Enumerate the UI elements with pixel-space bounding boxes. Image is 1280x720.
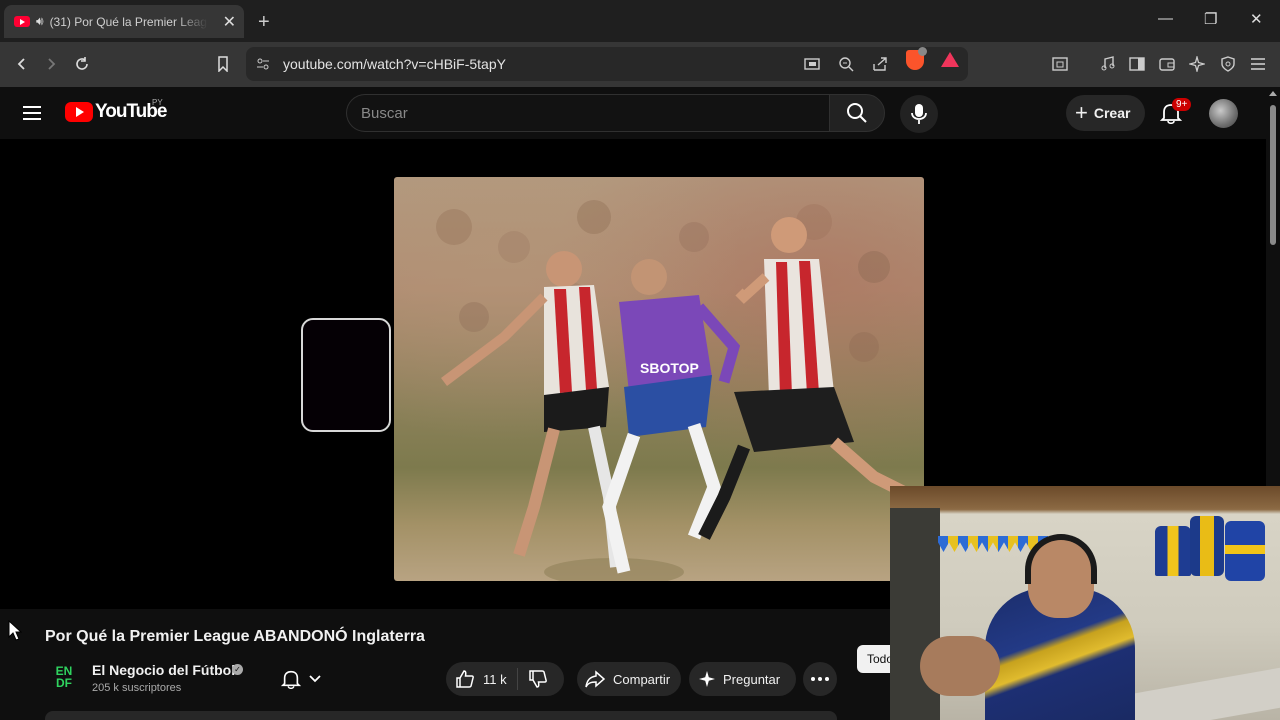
dislike-button[interactable] [528, 669, 548, 689]
person-hand [920, 636, 1000, 696]
share-arrow-icon [585, 670, 605, 688]
scrollbar-thumb[interactable] [1270, 105, 1276, 245]
shields-count-badge [918, 47, 927, 56]
tab-title: (31) Por Qué la Premier League ABANDONÓ … [49, 14, 208, 29]
wallet-icon[interactable] [1156, 53, 1178, 75]
bookmark-icon[interactable] [212, 53, 234, 75]
description-box[interactable] [45, 711, 837, 720]
channel-logo-line2: DF [56, 676, 72, 690]
brave-rewards-icon[interactable] [941, 52, 959, 67]
back-icon[interactable] [11, 53, 33, 75]
share-label: Compartir [613, 671, 671, 687]
zoom-icon[interactable] [838, 56, 854, 72]
channel-avatar[interactable]: EN DF [47, 660, 81, 694]
more-horizontal-icon [811, 677, 829, 681]
youtube-header: YouTube PY + Crear 9+ [0, 87, 1266, 139]
guide-menu-icon[interactable] [22, 105, 42, 121]
more-actions-button[interactable] [803, 662, 837, 696]
ask-button[interactable]: Preguntar [689, 662, 796, 696]
ask-label: Preguntar [723, 671, 781, 687]
browser-tab-strip: 🔊︎ (31) Por Qué la Premier League ABANDO… [0, 0, 1280, 42]
ceiling-beam [890, 486, 1280, 508]
create-button[interactable]: + Crear [1066, 95, 1145, 131]
youtube-play-icon [65, 102, 93, 122]
youtube-favicon-icon [14, 16, 30, 27]
cast-icon[interactable] [804, 56, 820, 72]
video-frame-football-photo: SBOTOP [394, 177, 924, 581]
address-bar[interactable]: youtube.com/watch?v=cHBiF-5tapY [246, 47, 968, 81]
bell-icon [281, 669, 301, 689]
share-button[interactable]: Compartir [577, 662, 681, 696]
account-avatar[interactable] [1209, 99, 1238, 128]
subscribed-notifications-button[interactable] [268, 662, 334, 696]
browser-tab[interactable]: 🔊︎ (31) Por Qué la Premier League ABANDO… [4, 5, 244, 38]
like-button[interactable] [455, 669, 475, 689]
sparkle-icon [699, 671, 715, 687]
sidebar-toggle-icon[interactable] [1049, 53, 1071, 75]
like-count: 11 k [483, 671, 507, 687]
svg-text:SBOTOP: SBOTOP [640, 360, 699, 376]
window-close-icon[interactable]: ✕ [1250, 10, 1263, 28]
microphone-icon [911, 103, 927, 125]
hanging-jersey [1190, 516, 1224, 576]
verified-check-icon: ✓ [232, 664, 243, 675]
leo-ai-icon[interactable] [1186, 53, 1208, 75]
video-title: Por Qué la Premier League ABANDONÓ Ingla… [45, 628, 425, 645]
search-input[interactable] [347, 95, 829, 131]
desk [1125, 666, 1280, 720]
hanging-jersey [1225, 521, 1265, 581]
reload-icon[interactable] [71, 53, 93, 75]
vpn-icon[interactable] [1217, 53, 1239, 75]
phone-overlay-frame [301, 318, 391, 432]
plus-icon: + [1075, 100, 1088, 125]
minimize-icon[interactable]: — [1158, 10, 1173, 27]
youtube-logo[interactable]: YouTube PY [65, 98, 167, 123]
hanging-jersey [1155, 526, 1191, 576]
country-code: PY [152, 98, 163, 107]
chevron-down-icon [309, 675, 321, 683]
webcam-overlay [890, 486, 1280, 720]
search-icon [846, 102, 868, 124]
sidebar-icon[interactable] [1126, 53, 1148, 75]
browser-toolbar: youtube.com/watch?v=cHBiF-5tapY [0, 42, 1280, 87]
forward-icon[interactable] [40, 53, 62, 75]
search-box [346, 94, 829, 132]
media-icon[interactable] [1097, 53, 1119, 75]
voice-search-button[interactable] [900, 95, 938, 133]
mouse-cursor-icon [8, 620, 22, 642]
url-text: youtube.com/watch?v=cHBiF-5tapY [283, 56, 506, 72]
site-settings-icon[interactable] [256, 57, 270, 71]
like-dislike-group: 11 k [446, 662, 564, 696]
scroll-up-arrow-icon[interactable] [1269, 91, 1277, 96]
create-label: Crear [1093, 105, 1131, 121]
new-tab-icon[interactable]: + [258, 11, 270, 34]
search-button[interactable] [829, 94, 885, 132]
subscriber-count: 205 k suscriptores [92, 682, 182, 694]
tab-close-icon[interactable]: ✕ [223, 12, 236, 32]
share-page-icon[interactable] [872, 56, 888, 72]
channel-name[interactable]: El Negocio del Fútbol [92, 662, 235, 678]
speaker-icon[interactable]: 🔊︎ [36, 14, 44, 29]
like-divider [516, 668, 518, 690]
menu-icon[interactable] [1247, 53, 1269, 75]
restore-icon[interactable]: ❐ [1204, 10, 1217, 28]
notifications-badge: 9+ [1172, 98, 1192, 111]
